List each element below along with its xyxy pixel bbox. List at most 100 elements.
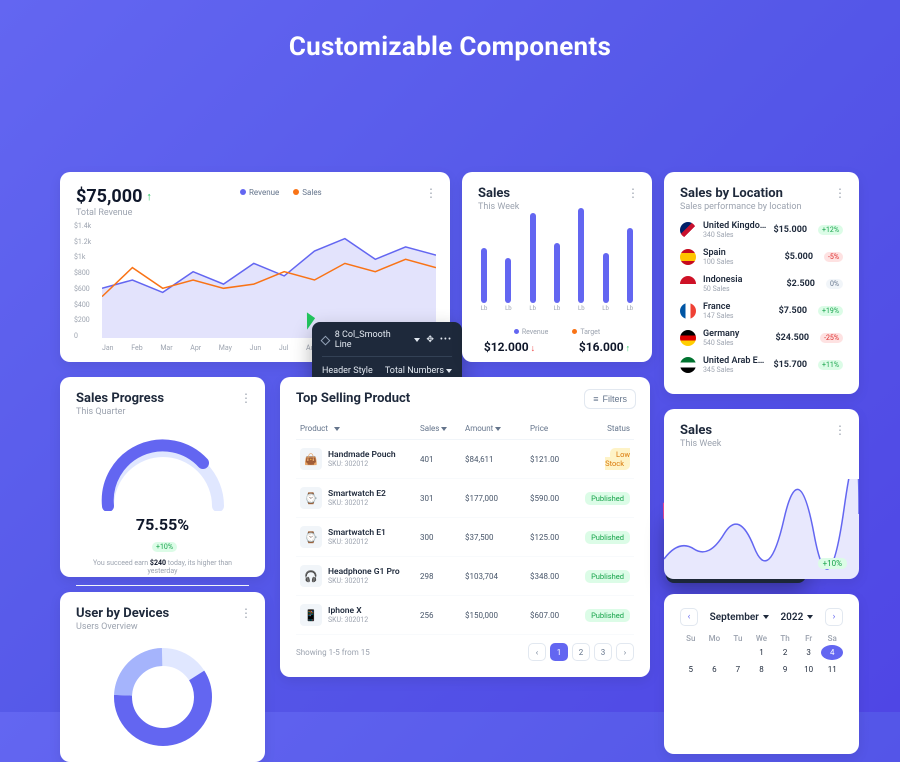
- table-row[interactable]: 🎧Headphone G1 ProSKU: 302012 298 $103,70…: [296, 557, 634, 596]
- gauge-chart: [93, 431, 233, 511]
- page-3[interactable]: 3: [594, 643, 612, 661]
- revenue-value: $75,000: [76, 186, 142, 207]
- kebab-icon[interactable]: ⋮: [240, 606, 253, 620]
- chevron-down-icon[interactable]: [446, 369, 452, 373]
- cal-dow: Fr: [798, 634, 820, 643]
- progress-delta: +10%: [152, 542, 177, 552]
- kebab-icon[interactable]: ⋮: [425, 186, 438, 200]
- status-badge: Low Stock: [605, 448, 630, 470]
- location-row[interactable]: Germany540 Sales $24.500 -25%: [680, 329, 843, 347]
- arrow-up-icon: ↑: [626, 344, 631, 354]
- sliders-icon: ≡: [593, 394, 598, 404]
- location-row[interactable]: France147 Sales $7.500 +19%: [680, 302, 843, 320]
- chevron-down-icon: [763, 615, 769, 619]
- arrow-up-icon: ↑: [146, 190, 152, 203]
- delta-badge: +12%: [818, 225, 843, 235]
- chevron-down-icon: [807, 615, 813, 619]
- move-icon[interactable]: ✥: [426, 335, 434, 345]
- flag-icon: [680, 357, 696, 373]
- cal-day[interactable]: 7: [727, 662, 749, 677]
- card-sales-location: Sales by Location Sales performance by l…: [664, 172, 859, 394]
- status-badge: Published: [585, 531, 630, 544]
- flag-icon: [680, 330, 696, 346]
- salesbar-title: Sales: [478, 186, 636, 201]
- more-icon[interactable]: •••: [440, 335, 452, 345]
- table-row[interactable]: 📱Iphone XSKU: 302012 256 $150,000 $607.0…: [296, 596, 634, 635]
- page-next[interactable]: ›: [616, 643, 634, 661]
- chevron-down-icon[interactable]: [414, 338, 420, 342]
- filters-button[interactable]: ≡Filters: [584, 389, 636, 409]
- cal-day[interactable]: 5: [680, 662, 702, 677]
- cal-day: [727, 645, 749, 660]
- cal-day[interactable]: 1: [751, 645, 773, 660]
- card-user-devices: User by Devices Users Overview ⋮: [60, 592, 265, 762]
- kebab-icon[interactable]: ⋮: [627, 186, 640, 200]
- revenue-line-chart: [102, 222, 436, 338]
- flag-icon: [680, 249, 696, 265]
- page-title: Customizable Components: [0, 32, 900, 62]
- chevron-down-icon[interactable]: [495, 427, 501, 431]
- cal-dow: Mo: [704, 634, 726, 643]
- progress-pct: 75.55%: [136, 515, 189, 534]
- card-sales-progress: Sales Progress This Quarter ⋮ 75.55% +10…: [60, 377, 265, 577]
- status-badge: Published: [585, 609, 630, 622]
- page-prev[interactable]: ‹: [528, 643, 546, 661]
- product-thumb: 📱: [300, 604, 322, 626]
- table-row[interactable]: ⌚Smartwatch E1SKU: 302012 300 $37,500 $1…: [296, 518, 634, 557]
- card-calendar: ‹ September 2022 › SuMoTuWeThFrSa1234567…: [664, 594, 859, 754]
- status-badge: Published: [585, 570, 630, 583]
- chevron-down-icon[interactable]: [334, 427, 340, 431]
- location-row[interactable]: Spain100 Sales $5.000 -5%: [680, 248, 843, 266]
- cal-dow: Tu: [727, 634, 749, 643]
- status-badge: Published: [585, 492, 630, 505]
- cal-day: [680, 645, 702, 660]
- product-thumb: 🎧: [300, 565, 322, 587]
- table-header: Product Sales Amount Price Status: [296, 418, 634, 440]
- cal-month-select[interactable]: September: [710, 612, 769, 623]
- table-row[interactable]: 👜Handmade PouchSKU: 302012 401 $84,611 $…: [296, 440, 634, 479]
- revenue-total: $12.000: [484, 340, 529, 354]
- cal-dow: Th: [774, 634, 796, 643]
- flag-icon: [680, 222, 696, 238]
- cal-day[interactable]: 2: [774, 645, 796, 660]
- kebab-icon[interactable]: ⋮: [240, 391, 253, 405]
- revenue-legend: Revenue Sales: [240, 188, 322, 197]
- flag-icon: [680, 276, 696, 292]
- delta-badge: -5%: [824, 252, 843, 262]
- cal-day: [704, 645, 726, 660]
- chevron-down-icon[interactable]: [441, 427, 447, 431]
- cal-dow: Sa: [821, 634, 843, 643]
- cal-day[interactable]: 6: [704, 662, 726, 677]
- cal-day[interactable]: 9: [774, 662, 796, 677]
- delta-badge: +11%: [818, 360, 843, 370]
- table-showing: Showing 1-5 from 15: [296, 648, 370, 657]
- diamond-icon: [321, 335, 331, 345]
- delta-badge: -25%: [820, 333, 843, 343]
- delta-badge: +19%: [818, 306, 843, 316]
- location-row[interactable]: United Kingdom340 Sales $15.000 +12%: [680, 221, 843, 239]
- cal-prev[interactable]: ‹: [680, 608, 698, 626]
- cal-day[interactable]: 10: [798, 662, 820, 677]
- donut-chart: [108, 642, 218, 752]
- pagination: ‹ 1 2 3 ›: [528, 643, 634, 661]
- cal-next[interactable]: ›: [825, 608, 843, 626]
- card-sales-week: Sales This Week ⋮ +10%: [664, 409, 859, 579]
- kebab-icon[interactable]: ⋮: [834, 423, 847, 437]
- page-2[interactable]: 2: [572, 643, 590, 661]
- cal-day[interactable]: 3: [798, 645, 820, 660]
- cal-day[interactable]: 11: [821, 662, 843, 677]
- location-row[interactable]: Indonesia50 Sales $2.500 0%: [680, 275, 843, 293]
- card-top-selling: Top Selling Product ≡Filters Product Sal…: [280, 377, 650, 677]
- location-row[interactable]: United Arab Emirate345 Sales $15.700 +11…: [680, 356, 843, 374]
- card-sales-bar: Sales This Week ⋮ LbLbLbLbLbLbLb Revenue…: [462, 172, 652, 362]
- revenue-sub: Total Revenue: [76, 208, 434, 218]
- page-1[interactable]: 1: [550, 643, 568, 661]
- product-thumb: ⌚: [300, 487, 322, 509]
- cal-day[interactable]: 4: [821, 645, 843, 660]
- cal-day[interactable]: 8: [751, 662, 773, 677]
- cal-year-select[interactable]: 2022: [780, 612, 813, 623]
- product-thumb: ⌚: [300, 526, 322, 548]
- table-row[interactable]: ⌚Smartwatch E2SKU: 302012 301 $177,000 $…: [296, 479, 634, 518]
- kebab-icon[interactable]: ⋮: [834, 186, 847, 200]
- flag-icon: [680, 303, 696, 319]
